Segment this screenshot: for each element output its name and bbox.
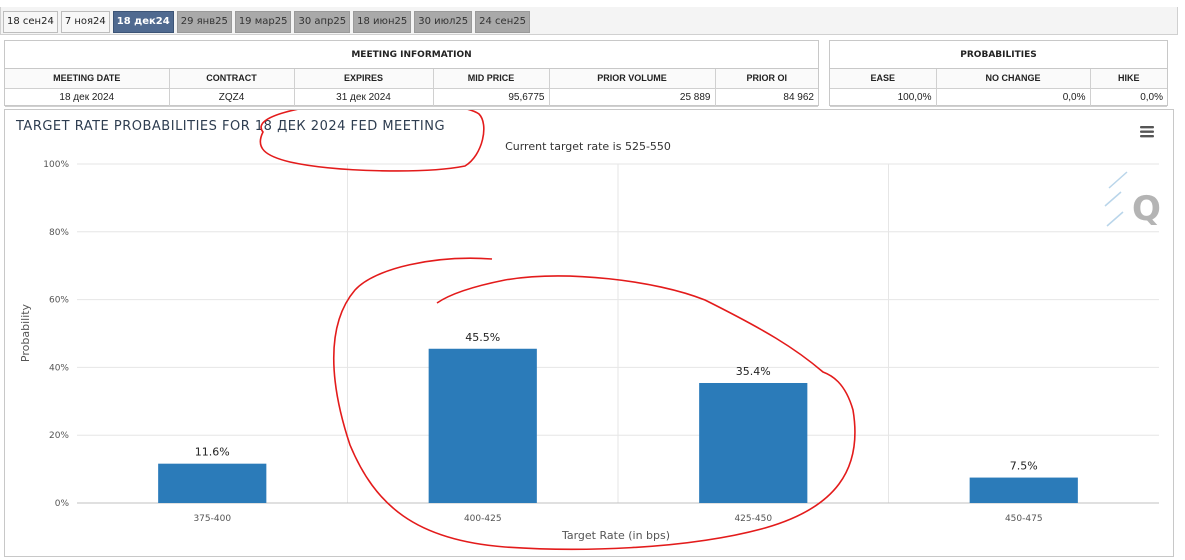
y-tick-label: 80% <box>49 228 69 238</box>
hamburger-menu-icon[interactable] <box>1137 124 1157 142</box>
bar-data-label: 35.4% <box>736 365 771 378</box>
y-tick-label: 0% <box>55 499 70 509</box>
meeting-information-title: MEETING INFORMATION <box>5 41 818 69</box>
x-tick-label: 375-400 <box>193 514 231 524</box>
probabilities-panel: PROBABILITIES EASE NO CHANGE HIKE 100,0%… <box>829 40 1168 107</box>
quikstrike-q-logo-icon: Q <box>1104 171 1161 229</box>
bar-400-425[interactable] <box>428 348 537 503</box>
header-prior-volume: PRIOR VOLUME <box>548 69 716 89</box>
bar-450-475[interactable] <box>969 477 1078 503</box>
meeting-tabs-bar: 18 сен24 7 ноя24 18 дек24 29 янв25 19 мар25 3… <box>0 7 1178 35</box>
x-tick-label: 400-425 <box>464 514 502 524</box>
tab-5[interactable]: 30 апр25 <box>294 11 351 33</box>
tab-3[interactable]: 29 янв25 <box>176 11 232 33</box>
y-tick-label: 40% <box>49 363 69 373</box>
header-no-change: NO CHANGE <box>935 69 1091 89</box>
svg-text:Q: Q <box>1132 189 1161 229</box>
header-meeting-date: MEETING DATE <box>5 69 170 89</box>
chart-subtitle: Current target rate is 525-550 <box>505 140 671 153</box>
probabilities-title: PROBABILITIES <box>830 41 1167 69</box>
tab-2[interactable]: 18 дек24 <box>112 11 174 33</box>
bar-425-450[interactable] <box>699 382 808 503</box>
mid-price-value: 95,6775 <box>432 87 550 107</box>
y-axis-label: Probability <box>19 303 32 362</box>
header-contract: CONTRACT <box>168 69 295 89</box>
x-axis-label: Target Rate (in bps) <box>561 529 670 542</box>
no-change-value: 0,0% <box>935 87 1091 107</box>
contract-value: ZQZ4 <box>168 87 295 107</box>
probabilities-table: EASE NO CHANGE HIKE 100,0% 0,0% 0,0% <box>830 69 1167 107</box>
chart-title: TARGET RATE PROBABILITIES FOR 18 ДЕК 202… <box>15 119 445 134</box>
meeting-information-table: MEETING DATE CONTRACT EXPIRES MID PRICE … <box>5 69 818 107</box>
ease-value: 100,0% <box>830 87 937 107</box>
tab-1[interactable]: 7 ноя24 <box>60 11 110 33</box>
meeting-tabs: 18 сен24 7 ноя24 18 дек24 29 янв25 19 мар25 3… <box>3 11 530 33</box>
bar-data-label: 11.6% <box>195 446 230 459</box>
probability-chart: 0% 20% 40% 60% 80% 100% 11.6% 375-400 45.5% 400-4… <box>15 110 1161 551</box>
tab-0[interactable]: 18 сен24 <box>3 11 58 33</box>
expires-value: 31 дек 2024 <box>293 87 434 107</box>
tab-7[interactable]: 30 июл25 <box>414 11 473 33</box>
y-tick-label: 60% <box>49 296 69 306</box>
header-prior-oi: PRIOR OI <box>714 69 818 89</box>
tab-6[interactable]: 18 июн25 <box>353 11 412 33</box>
tab-8[interactable]: 24 сен25 <box>475 11 530 33</box>
chart-grid <box>77 163 1159 504</box>
header-hike: HIKE <box>1089 69 1167 89</box>
bar-data-label: 7.5% <box>1010 460 1038 473</box>
header-mid-price: MID PRICE <box>432 69 550 89</box>
x-tick-label: 425-450 <box>734 514 772 524</box>
bar-375-400[interactable] <box>158 463 267 503</box>
x-tick-label: 450-475 <box>1005 514 1043 524</box>
tab-4[interactable]: 19 мар25 <box>234 11 292 33</box>
bar-data-label: 45.5% <box>465 331 500 344</box>
y-tick-label: 100% <box>43 160 69 170</box>
chart-panel: 0% 20% 40% 60% 80% 100% 11.6% 375-400 45.5% 400-4… <box>4 109 1174 557</box>
header-expires: EXPIRES <box>293 69 434 89</box>
prior-volume-value: 25 889 <box>548 87 716 107</box>
y-tick-label: 20% <box>49 431 69 441</box>
prior-oi-value: 84 962 <box>714 87 818 107</box>
header-ease: EASE <box>830 69 937 89</box>
meeting-information-panel: MEETING INFORMATION MEETING DATE CONTRAC… <box>4 40 819 107</box>
meeting-date-value: 18 дек 2024 <box>5 87 170 107</box>
hike-value: 0,0% <box>1089 87 1167 107</box>
